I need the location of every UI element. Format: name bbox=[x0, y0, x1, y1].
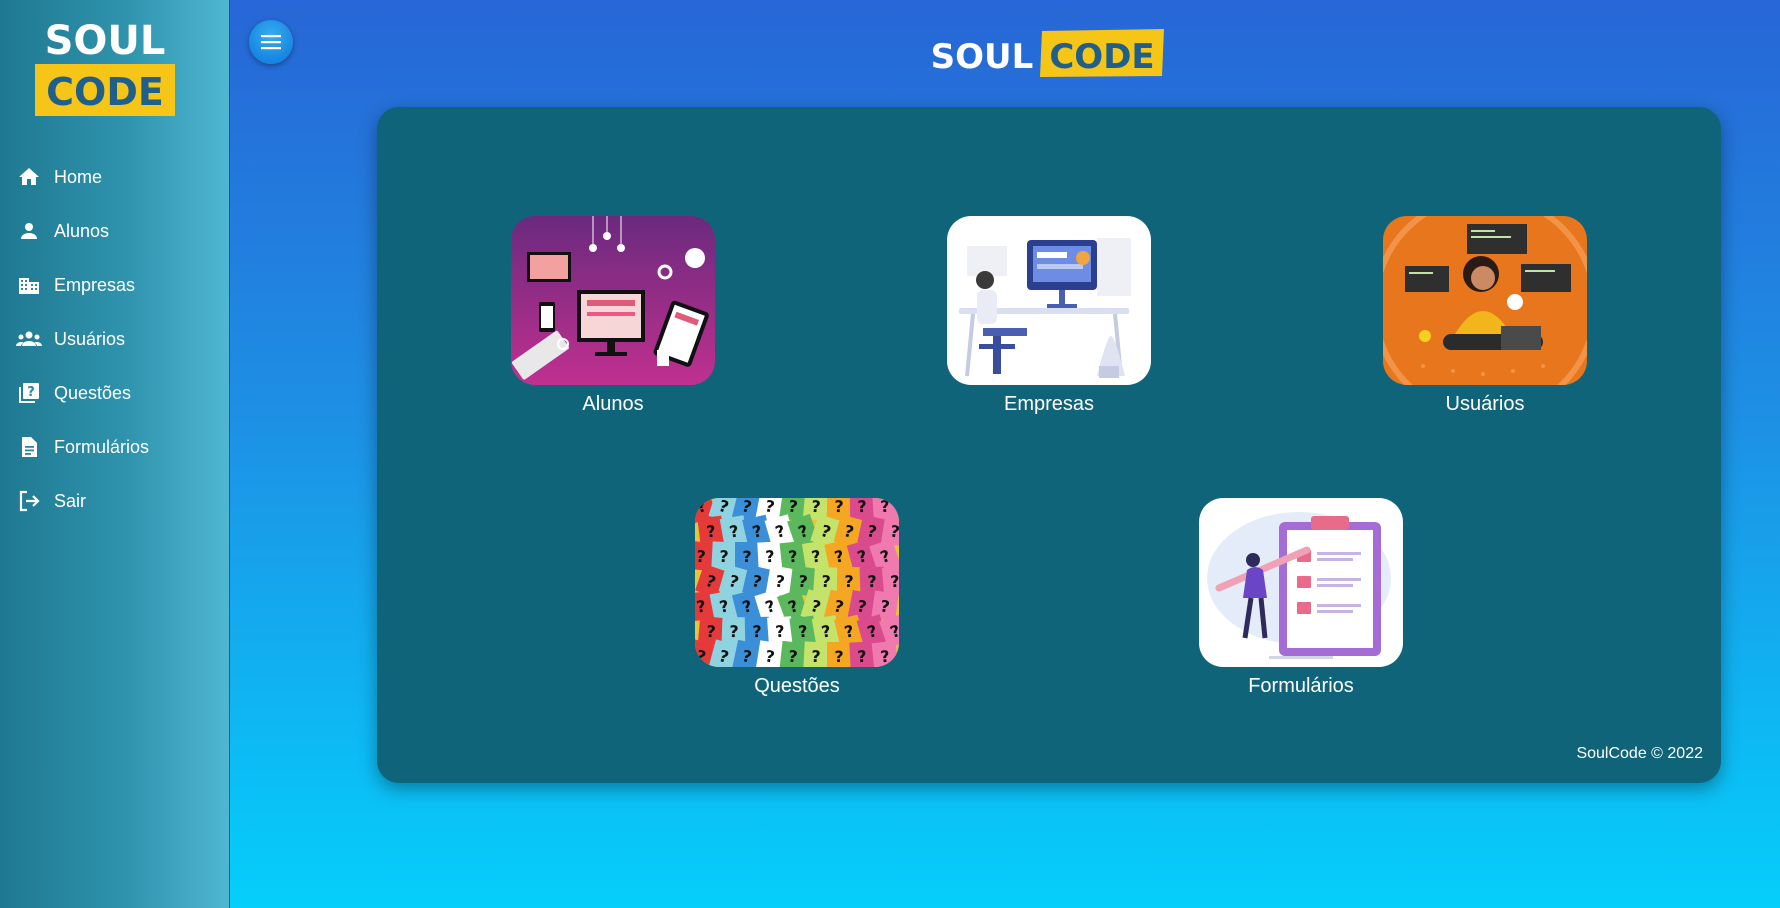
svg-text:?: ? bbox=[890, 572, 899, 592]
card-formularios[interactable]: Formulários bbox=[1199, 498, 1403, 698]
svg-text:?: ? bbox=[811, 498, 822, 516]
menu-toggle-button[interactable] bbox=[249, 20, 293, 64]
menu-icon bbox=[261, 35, 281, 50]
sidebar-item-label: Empresas bbox=[54, 274, 136, 295]
svg-text:?: ? bbox=[742, 547, 751, 566]
header-logo: SOUL CODE bbox=[931, 29, 1164, 77]
card-alunos[interactable]: Alunos bbox=[511, 216, 715, 416]
sidebar-item-empresas[interactable]: Empresas bbox=[0, 258, 230, 312]
sidebar: SOUL CODE Home Alunos Empresas Usuários … bbox=[0, 0, 230, 908]
svg-text:?: ? bbox=[821, 572, 832, 592]
svg-text:?: ? bbox=[775, 622, 786, 642]
sidebar-item-questoes[interactable]: ? Questões bbox=[0, 366, 230, 420]
card-label: Questões bbox=[754, 675, 840, 697]
svg-text:?: ? bbox=[27, 385, 35, 400]
svg-text:?: ? bbox=[834, 647, 843, 666]
card-questoes[interactable]: ????????????????????????????????????????… bbox=[695, 498, 899, 698]
person-icon bbox=[16, 218, 42, 244]
formularios-image bbox=[1199, 498, 1403, 667]
sidebar-item-usuarios[interactable]: Usuários bbox=[0, 312, 230, 366]
building-icon bbox=[16, 272, 42, 298]
questoes-image: ????????????????????????????????????????… bbox=[695, 498, 899, 667]
sidebar-item-sair[interactable]: Sair bbox=[0, 474, 230, 528]
sidebar-item-label: Alunos bbox=[54, 220, 110, 241]
sidebar-item-label: Sair bbox=[54, 490, 87, 511]
empresas-image bbox=[947, 216, 1151, 385]
sidebar-item-alunos[interactable]: Alunos bbox=[0, 204, 230, 258]
svg-text:?: ? bbox=[880, 498, 891, 516]
svg-text:?: ? bbox=[695, 547, 706, 567]
svg-text:?: ? bbox=[834, 498, 844, 516]
sidebar-item-label: Home bbox=[54, 166, 103, 187]
sidebar-item-label: Questões bbox=[54, 382, 132, 403]
svg-text:?: ? bbox=[889, 521, 899, 541]
card-label: Empresas bbox=[1003, 393, 1095, 415]
logo-word-1: SOUL bbox=[45, 18, 166, 64]
sidebar-item-home[interactable]: Home bbox=[0, 150, 230, 204]
svg-text:?: ? bbox=[787, 647, 798, 667]
footer-copyright: SoulCode © 2022 bbox=[1576, 745, 1703, 762]
header-logo-word-1: SOUL bbox=[931, 37, 1034, 77]
svg-text:?: ? bbox=[719, 547, 729, 566]
sidebar-nav: Home Alunos Empresas Usuários ? Questões bbox=[0, 150, 230, 528]
card-usuarios[interactable]: Usuários bbox=[1383, 216, 1587, 416]
svg-text:?: ? bbox=[844, 572, 854, 591]
svg-text:?: ? bbox=[879, 647, 890, 667]
group-icon bbox=[16, 326, 42, 352]
sidebar-item-formularios[interactable]: Formulários bbox=[0, 420, 230, 474]
svg-text:?: ? bbox=[867, 572, 877, 591]
card-label: Alunos bbox=[582, 393, 644, 415]
svg-text:?: ? bbox=[857, 498, 867, 516]
svg-text:?: ? bbox=[752, 622, 762, 641]
svg-text:?: ? bbox=[765, 547, 775, 566]
svg-text:?: ? bbox=[811, 647, 821, 666]
logo-word-2: CODE bbox=[46, 70, 164, 114]
svg-text:?: ? bbox=[787, 547, 798, 567]
document-icon bbox=[16, 434, 42, 460]
alunos-image bbox=[511, 216, 715, 385]
card-label: Formulários bbox=[1248, 675, 1354, 697]
home-icon bbox=[16, 164, 42, 190]
sidebar-item-label: Formulários bbox=[54, 436, 150, 457]
header-logo-word-2: CODE bbox=[1049, 37, 1154, 77]
sidebar-item-label: Usuários bbox=[54, 328, 126, 349]
dashboard-panel: Alunos Empresas Usuários ? ? ? ? ? ? ? ?… bbox=[377, 107, 1721, 783]
svg-text:?: ? bbox=[729, 622, 739, 641]
card-label: Usuários bbox=[1445, 393, 1525, 415]
svg-text:?: ? bbox=[706, 622, 717, 642]
logout-icon bbox=[16, 488, 42, 514]
svg-text:?: ? bbox=[857, 647, 867, 666]
soulcode-logo: SOUL CODE bbox=[35, 18, 175, 116]
card-empresas[interactable]: Empresas bbox=[947, 216, 1151, 416]
question-book-icon: ? bbox=[16, 380, 42, 406]
usuarios-image bbox=[1383, 216, 1587, 385]
